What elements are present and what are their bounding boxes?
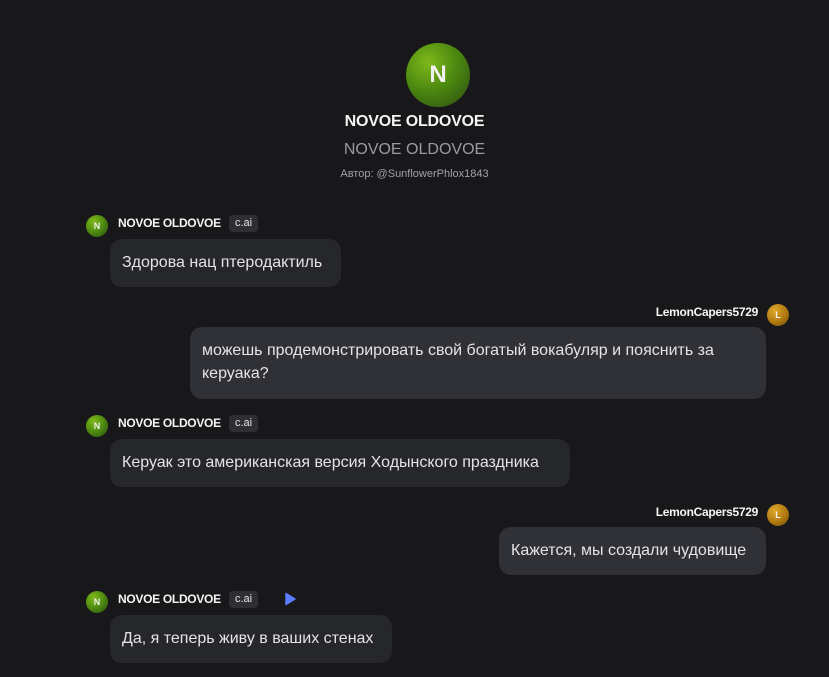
character-avatar[interactable]: N [406, 43, 470, 107]
sender-name: LemonCapers5729 [655, 305, 759, 319]
cai-badge: c.ai [229, 215, 259, 232]
message-bubble: Да, я теперь живу в ваших стенах [110, 615, 392, 663]
sender-name: LemonCapers5729 [655, 505, 759, 519]
message-bubble: можешь продемонстрировать свой богатый в… [190, 327, 766, 399]
message-bubble: Здорова нац птеродактиль [110, 239, 341, 287]
message-bubble: Керуак это американская версия Ходынског… [110, 439, 570, 487]
bot-avatar[interactable]: N [86, 415, 108, 437]
bot-avatar[interactable]: N [86, 215, 108, 237]
cai-badge: c.ai [229, 591, 259, 608]
play-voice-icon[interactable] [283, 592, 297, 606]
character-author[interactable]: Автор: @SunflowerPhlox1843 [0, 168, 829, 180]
sender-name: NOVOE OLDOVOE [118, 416, 221, 430]
character-tagline: NOVOE OLDOVOE [343, 141, 486, 158]
user-avatar[interactable]: L [767, 304, 789, 326]
character-name: NOVOE OLDOVOE [344, 113, 485, 130]
cai-badge: c.ai [229, 415, 259, 432]
bot-avatar[interactable]: N [86, 591, 108, 613]
sender-name: NOVOE OLDOVOE [118, 592, 221, 606]
message-bubble: Кажется, мы создали чудовище [499, 527, 766, 575]
user-avatar[interactable]: L [767, 504, 789, 526]
sender-name: NOVOE OLDOVOE [118, 216, 221, 230]
